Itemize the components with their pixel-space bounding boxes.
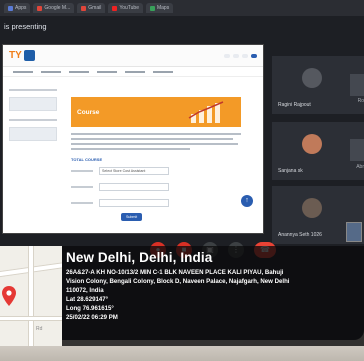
gps-address-line1: 26A&27-A KH NO-10/13/2 MIN C-1 BLK NAVEE… [66, 269, 284, 276]
form-field[interactable] [99, 199, 169, 207]
field-label [71, 186, 93, 188]
form-row [71, 181, 241, 193]
bookmark-label: Gmail [88, 5, 102, 11]
gps-overlay: Rd New Delhi, Delhi, India 26A&27-A KH N… [0, 246, 364, 346]
map-label: Rd [36, 326, 43, 332]
gps-longitude: Long 76.961615° [66, 305, 114, 312]
submit-button[interactable]: Submit [121, 213, 143, 221]
participant-name: Ragini Rajpout [278, 102, 311, 108]
nav-item[interactable] [97, 70, 117, 73]
bookmark-gmail[interactable]: Gmail [77, 3, 106, 13]
shared-screen: TY Course TOTAL COURSE Select Store Cost… [2, 44, 264, 234]
avatar [302, 134, 322, 154]
course-banner: Course [71, 97, 241, 127]
youtube-icon [112, 5, 118, 11]
site-nav [3, 67, 263, 77]
course-select[interactable]: Select Store Cost Assistant [99, 167, 169, 175]
gps-address-line2: Vision Colony, Bengali Colony, Block D, … [66, 278, 290, 285]
nav-item[interactable] [153, 70, 173, 73]
avatar [302, 198, 322, 218]
section-heading: TOTAL COURSE [71, 157, 103, 162]
form-row [71, 197, 241, 209]
photo-of-screen: Apps Google M... Gmail YouTube Maps is p… [0, 0, 364, 361]
bookmark-youtube[interactable]: YouTube [108, 3, 143, 13]
map-road [28, 246, 34, 346]
gmail-icon [81, 5, 87, 11]
nav-item[interactable] [41, 70, 61, 73]
apps-icon [8, 5, 13, 11]
site-header: TY [3, 45, 263, 67]
gps-postal: 110072, India [66, 287, 104, 294]
maps-icon [149, 5, 155, 11]
site-actions [224, 53, 257, 58]
gps-info: New Delhi, Delhi, India 26A&27-A KH NO-1… [66, 250, 364, 322]
course-title: Course [77, 108, 100, 116]
participant-panel: Ragini Rajpout Ro Sanjana sk Abr Anannya… [272, 44, 364, 244]
bookmark-label: Google M... [44, 5, 71, 11]
chat-bubble-icon[interactable]: ↑ [241, 195, 253, 207]
nav-item[interactable] [125, 70, 145, 73]
site-sidebar [3, 81, 63, 231]
form-field[interactable] [99, 183, 169, 191]
google-icon [37, 5, 43, 11]
bookmark-apps[interactable]: Apps [4, 3, 31, 13]
avatar [350, 74, 364, 96]
logo-text: TY [9, 50, 22, 61]
location-pin-icon [2, 286, 16, 306]
self-view[interactable] [346, 222, 362, 242]
form-row: Select Store Cost Assistant [71, 165, 241, 177]
bookmark-label: YouTube [119, 5, 139, 11]
participant-name-partial: Ro [357, 98, 364, 104]
gps-latitude: Lat 28.629147° [66, 296, 109, 303]
avatar [350, 139, 364, 161]
map-road [0, 316, 62, 321]
presenting-label: is presenting [4, 22, 47, 31]
site-primary-button[interactable] [251, 53, 257, 58]
sidebar-line [9, 89, 57, 91]
field-label [71, 170, 93, 172]
sidebar-box[interactable] [9, 127, 57, 141]
growth-chart-icon [188, 101, 224, 123]
site-action-button[interactable] [224, 53, 230, 58]
participant-name: Sanjana sk [278, 168, 303, 174]
bookmark-label: Maps [156, 5, 170, 11]
gps-timestamp: 25/02/22 06:29 PM [66, 314, 118, 321]
course-description [71, 133, 241, 153]
sidebar-line [9, 119, 57, 121]
avatar [302, 68, 322, 88]
site-action-button[interactable] [242, 53, 248, 58]
site-logo[interactable]: TY [9, 50, 35, 61]
logo-badge-icon [23, 50, 35, 61]
map-thumbnail: Rd [0, 246, 62, 346]
browser-tab-strip: Apps Google M... Gmail YouTube Maps [0, 0, 364, 16]
bookmark-label: Apps [15, 5, 27, 11]
gps-city: New Delhi, Delhi, India [66, 250, 213, 265]
desk-surface [0, 346, 364, 361]
sidebar-box[interactable] [9, 97, 57, 111]
bookmark-maps[interactable]: Maps [145, 3, 174, 13]
participant-name: Anannya Seth 1026 [278, 232, 322, 238]
participant-name-partial: Abr [356, 164, 364, 170]
site-action-button[interactable] [233, 53, 239, 58]
nav-item[interactable] [69, 70, 89, 73]
nav-item[interactable] [13, 70, 33, 73]
field-label [71, 202, 93, 204]
bookmark-google-meet[interactable]: Google M... [33, 3, 75, 13]
